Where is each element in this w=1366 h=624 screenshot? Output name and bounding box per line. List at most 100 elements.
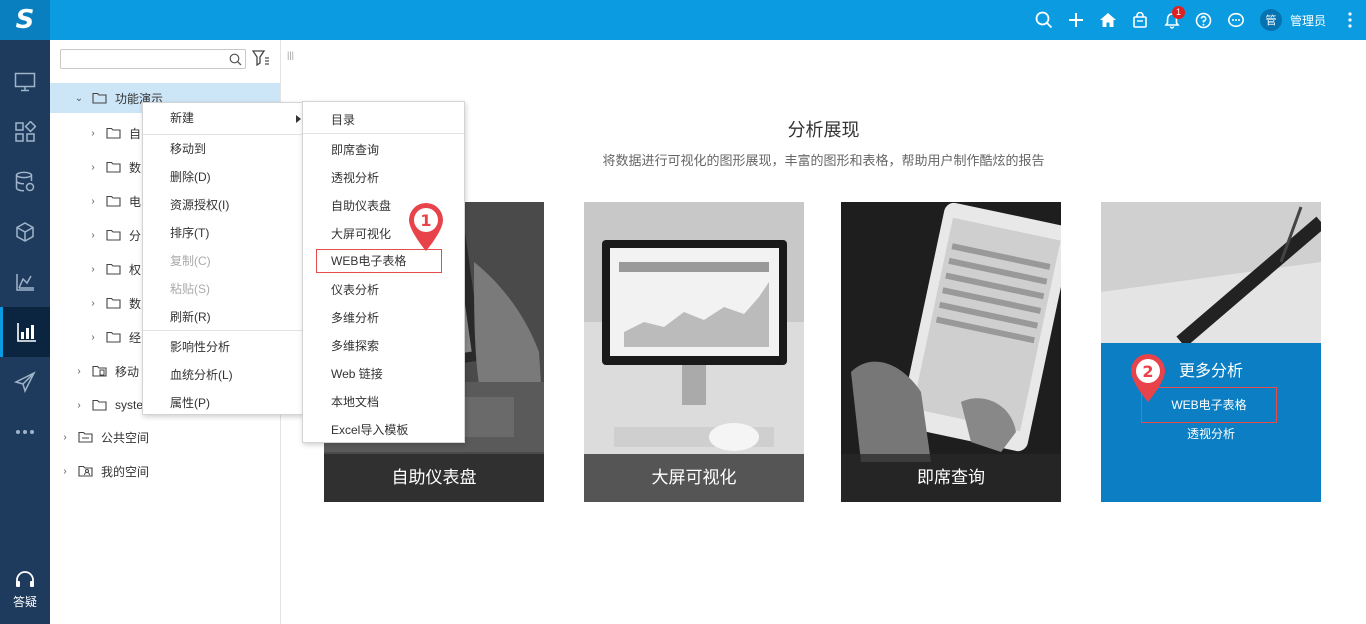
logo-text: S [15, 5, 35, 35]
new-submenu: 目录 即席查询 透视分析 自助仪表盘 大屏可视化 WEB电子表格 仪表分析 多维… [302, 101, 465, 443]
menu-item-properties[interactable]: 属性(P) [143, 389, 302, 417]
chevron-right-icon[interactable]: › [88, 196, 98, 207]
menu-item-impact-analysis[interactable]: 影响性分析 [143, 333, 302, 361]
tree-search[interactable] [60, 49, 246, 69]
card-label: 大屏可视化 [584, 454, 804, 502]
database-icon[interactable] [0, 157, 50, 207]
headset-icon [16, 571, 34, 587]
marker-number: 1 [420, 211, 431, 230]
chevron-right-icon[interactable]: › [74, 366, 84, 377]
submenu-item-gauge-analysis[interactable]: 仪表分析 [303, 276, 464, 304]
tree-node[interactable]: › 公共空间 [50, 422, 280, 452]
cube-icon[interactable] [0, 207, 50, 257]
chart-slope-icon[interactable] [0, 257, 50, 307]
tree-node-label: 经 [129, 330, 142, 345]
submenu-item-directory[interactable]: 目录 [303, 106, 464, 134]
folder-icon [106, 331, 121, 343]
tree-node-label: 权 [129, 262, 142, 277]
mobile-folder-icon [92, 365, 107, 377]
chevron-right-icon[interactable]: › [88, 264, 98, 275]
chevron-right-icon[interactable]: › [88, 298, 98, 309]
menu-divider [143, 330, 302, 331]
notification-badge: 1 [1171, 6, 1185, 19]
card-bigscreen[interactable]: 大屏可视化 [584, 202, 804, 502]
shared-folder-icon [78, 431, 93, 443]
tree-node-label: 电 [129, 194, 142, 209]
send-icon[interactable] [0, 357, 50, 407]
more-vertical-icon[interactable] [1338, 12, 1362, 28]
card-adhoc-query[interactable]: 即席查询 [841, 202, 1061, 502]
tree-node-label: 我的空间 [101, 464, 150, 479]
chevron-right-icon[interactable]: › [88, 230, 98, 241]
tree-node-label: 分 [129, 228, 142, 243]
username[interactable]: 管理员 [1290, 12, 1326, 29]
help-button[interactable]: 答疑 [0, 570, 50, 610]
help-circle-icon[interactable] [1188, 0, 1220, 40]
menu-item-new[interactable]: 新建 [143, 104, 302, 132]
grid-icon[interactable] [0, 107, 50, 157]
chevron-right-icon[interactable]: › [60, 432, 70, 443]
menu-item-refresh[interactable]: 刷新(R) [143, 303, 302, 331]
tree-node-label: 公共空间 [101, 430, 150, 445]
search-icon[interactable] [1028, 0, 1060, 40]
submenu-item-adhoc-query[interactable]: 即席查询 [303, 136, 464, 164]
search-icon[interactable] [229, 53, 242, 66]
menu-item-paste: 粘贴(S) [170, 282, 210, 296]
left-nav: 答疑 [0, 40, 50, 624]
ellipsis-icon[interactable] [0, 407, 50, 457]
help-label: 答疑 [12, 595, 37, 609]
menu-item-copy: 复制(C) [170, 254, 211, 268]
chevron-right-icon[interactable]: › [88, 162, 98, 173]
filter-icon[interactable] [251, 50, 270, 69]
avatar[interactable]: 管 [1259, 9, 1282, 31]
submenu-item-excel-import[interactable]: Excel导入模板 [303, 416, 464, 444]
home-icon[interactable] [1092, 0, 1124, 40]
step-marker-1: 1 [406, 201, 446, 253]
menu-item-sort[interactable]: 排序(T) [143, 219, 302, 247]
bar-chart-icon[interactable] [0, 307, 50, 357]
chevron-right-icon[interactable]: › [88, 128, 98, 139]
tree-node-label: 数 [129, 160, 142, 175]
submenu-item-pivot-analysis[interactable]: 透视分析 [303, 164, 464, 192]
top-bar: S 1 管 管理员 [0, 0, 1366, 40]
user-folder-icon [78, 465, 93, 477]
menu-item-resource-auth[interactable]: 资源授权(I) [143, 191, 302, 219]
folder-icon [92, 399, 107, 411]
plus-icon[interactable] [1060, 0, 1092, 40]
tree-node-label: 自 [129, 126, 142, 141]
chevron-right-icon[interactable]: › [74, 400, 84, 411]
bag-icon[interactable] [1124, 0, 1156, 40]
monitor-icon[interactable] [0, 57, 50, 107]
folder-icon [106, 263, 121, 275]
card-label: 即席查询 [841, 454, 1061, 502]
folder-icon [106, 127, 121, 139]
folder-icon [106, 161, 121, 173]
tree-search-input[interactable] [61, 50, 221, 68]
menu-item-move-to[interactable]: 移动到 [143, 135, 302, 163]
app-logo[interactable]: S [0, 0, 50, 40]
submenu-arrow-icon [296, 115, 301, 123]
chevron-right-icon[interactable]: › [60, 466, 70, 477]
submenu-item-olap-explore[interactable]: 多维探索 [303, 332, 464, 360]
tree-node-label: syste [115, 398, 144, 412]
card-label: 自助仪表盘 [324, 454, 544, 502]
menu-item-delete[interactable]: 删除(D) [143, 163, 302, 191]
top-actions: 1 管 管理员 [1028, 0, 1366, 40]
submenu-item-local-document[interactable]: 本地文档 [303, 388, 464, 416]
chevron-down-icon[interactable]: ⌄ [74, 93, 84, 104]
tree-node-label: 数 [129, 296, 142, 311]
menu-item-lineage-analysis[interactable]: 血统分析(L) [143, 361, 302, 389]
marker-number: 2 [1142, 362, 1153, 381]
submenu-item-olap-analysis[interactable]: 多维分析 [303, 304, 464, 332]
menu-divider [303, 133, 464, 134]
folder-icon [92, 92, 107, 104]
chevron-right-icon[interactable]: › [88, 332, 98, 343]
bell-icon[interactable]: 1 [1156, 0, 1188, 40]
pivot-analysis-link[interactable]: 透视分析 [1101, 425, 1321, 442]
context-menu: 新建 移动到 删除(D) 资源授权(I) 排序(T) 复制(C) 粘贴(S) 刷… [142, 102, 303, 415]
panel-splitter[interactable]: ||| [287, 50, 294, 60]
submenu-item-web-link[interactable]: Web 链接 [303, 360, 464, 388]
tree-node[interactable]: › 我的空间 [50, 456, 280, 486]
step-marker-2: 2 [1128, 352, 1168, 404]
chat-icon[interactable] [1220, 0, 1252, 40]
